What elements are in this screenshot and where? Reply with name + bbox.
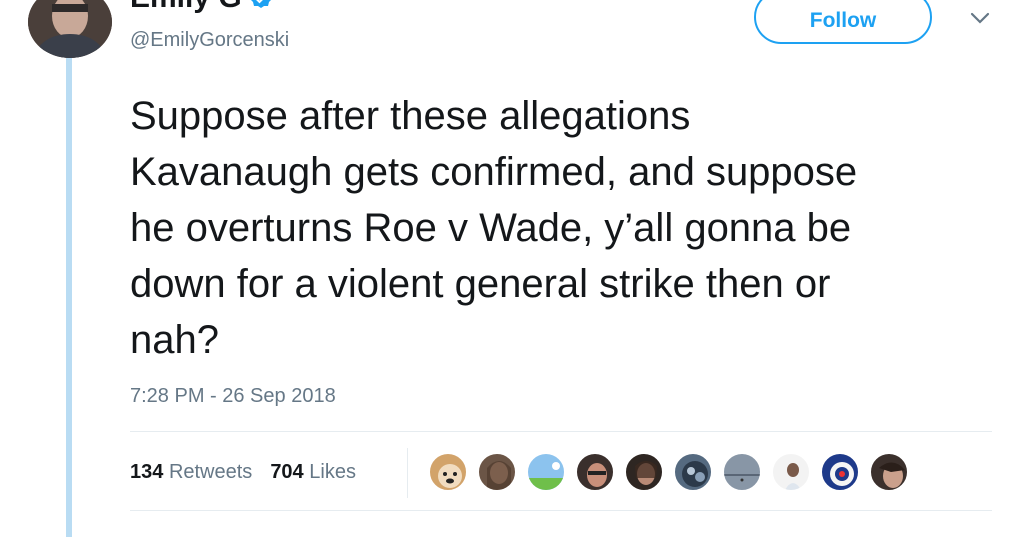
author-display-name[interactable]: Emily G <box>130 0 242 13</box>
tweet-text-line: he overturns Roe v Wade, y’all gonna be <box>130 206 852 250</box>
tweet-timestamp[interactable]: 7:28 PM - 26 Sep 2018 <box>130 384 336 408</box>
liker-avatar[interactable] <box>722 452 762 492</box>
tweet-text-line: Kavanaugh gets confirmed, and suppose <box>130 150 858 194</box>
follow-button[interactable]: Follow <box>754 0 932 44</box>
liker-avatar[interactable] <box>820 452 860 492</box>
liker-avatar[interactable] <box>477 452 517 492</box>
tweet-stats: 134 Retweets 704 Likes <box>130 459 356 485</box>
tweet-text-line: Suppose after these allegations <box>130 94 691 138</box>
likes-count: 704 <box>270 461 304 483</box>
tweet-text-line: nah? <box>130 318 219 362</box>
stats-divider-top <box>130 431 992 432</box>
liker-avatar[interactable] <box>575 452 615 492</box>
likes-stat[interactable]: 704 Likes <box>270 459 356 485</box>
tweet-text-line: down for a violent general strike then o… <box>130 262 831 306</box>
retweets-stat[interactable]: 134 Retweets <box>130 459 252 485</box>
verified-badge-icon <box>251 0 271 8</box>
stats-divider-bottom <box>130 510 992 511</box>
liker-avatar[interactable] <box>771 452 811 492</box>
liker-avatar[interactable] <box>869 452 909 492</box>
retweets-label: Retweets <box>168 461 253 483</box>
liker-avatar[interactable] <box>624 452 664 492</box>
tweet-text: Suppose after these allegations Kavanaug… <box>130 88 1010 368</box>
retweets-count: 134 <box>130 461 164 483</box>
chevron-down-icon[interactable] <box>970 11 990 25</box>
liker-avatar[interactable] <box>526 452 566 492</box>
stats-separator <box>407 448 408 498</box>
liker-avatar[interactable] <box>428 452 468 492</box>
thread-connector-line <box>66 58 72 537</box>
likes-label: Likes <box>309 461 356 483</box>
author-handle[interactable]: @EmilyGorcenski <box>130 28 289 52</box>
liker-avatar[interactable] <box>673 452 713 492</box>
author-avatar[interactable] <box>28 0 112 58</box>
